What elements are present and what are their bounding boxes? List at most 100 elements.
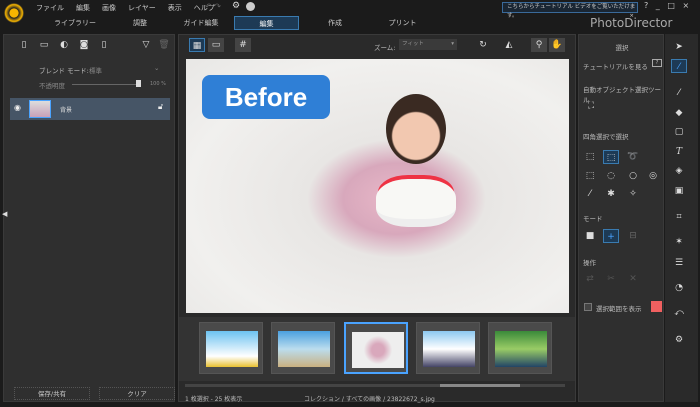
flip-icon[interactable]: ◭ — [501, 38, 517, 52]
text-icon[interactable]: T — [671, 145, 687, 159]
eraser-icon[interactable]: ◆ — [671, 106, 687, 120]
mode-label: モード — [583, 215, 603, 223]
zoom-label: ズーム: — [374, 44, 396, 52]
tab-adjust[interactable]: 調整 — [110, 16, 170, 30]
blend-mode-select[interactable]: 標準 — [89, 65, 102, 75]
chevron-down-icon[interactable]: ⌄ — [154, 64, 159, 72]
lasso-icon[interactable]: ➰ — [625, 150, 641, 164]
photo-canvas[interactable]: Before — [186, 59, 569, 313]
eye-icon[interactable]: ◉ — [14, 103, 21, 112]
marquee-rect-icon[interactable]: ⬚ — [582, 169, 598, 183]
smart-brush-icon[interactable]: ✱ — [603, 187, 619, 201]
shape-icon[interactable]: ▢ — [671, 125, 687, 139]
layer-thumbnail — [29, 100, 51, 118]
tab-library[interactable]: ライブラリー — [40, 16, 110, 30]
auto-select-icon[interactable]: ⛶ — [583, 99, 599, 113]
color-icon[interactable]: ◔ — [671, 281, 687, 295]
menu-edit[interactable]: 編集 — [76, 4, 90, 12]
op-invert-icon[interactable]: ⇄ — [582, 272, 598, 286]
hand-tool-icon[interactable]: ✋ — [549, 38, 565, 52]
close-button[interactable]: × — [682, 1, 689, 10]
thumbnail[interactable] — [488, 322, 552, 374]
trash-icon[interactable]: 🗑 — [156, 38, 172, 52]
opacity-value: 100 % — [150, 81, 166, 87]
minimize-button[interactable]: _ — [656, 1, 660, 10]
rotate-icon[interactable]: ↻ — [475, 38, 491, 52]
filmstrip-scrollbar[interactable] — [185, 384, 565, 387]
chevron-down-icon: ▾ — [451, 41, 454, 47]
filter-icon[interactable]: ▽ — [138, 38, 154, 52]
mode-new-icon[interactable]: ■ — [582, 229, 598, 243]
rect-select-active-icon[interactable]: ⬚ — [603, 150, 619, 164]
tab-edit[interactable]: 編集 — [234, 16, 299, 30]
transform-icon[interactable]: ⤺ — [671, 306, 687, 320]
tab-create[interactable]: 作成 — [300, 16, 370, 30]
polygon-lasso-icon[interactable]: ◎ — [645, 169, 661, 183]
selection-brush-icon[interactable]: ⁄ — [671, 59, 687, 73]
adjustment-layer-icon[interactable]: ◐ — [56, 38, 72, 52]
menu-layer[interactable]: レイヤー — [128, 4, 156, 12]
collapse-left-icon[interactable]: ◀ — [2, 210, 7, 218]
rect-select-label: 四角選択で選択 — [583, 133, 629, 141]
grid-icon[interactable]: # — [235, 38, 251, 52]
marquee-ellipse-icon[interactable]: ◌ — [603, 169, 619, 183]
brush-icon[interactable]: ⁄ — [671, 86, 687, 100]
compare-view-icon[interactable]: ▦ — [189, 38, 205, 52]
crop-icon[interactable]: ⌗ — [671, 210, 687, 224]
layer-options-icon[interactable]: ▯ — [96, 38, 112, 52]
thumbnail[interactable] — [271, 322, 335, 374]
tutorial-link[interactable]: チュートリアルを見る — [583, 61, 648, 71]
help-video-icon[interactable]: ? — [652, 59, 662, 67]
panel-title: 選択 — [615, 44, 629, 52]
save-share-button[interactable]: 保存/共有 — [14, 387, 90, 400]
freehand-lasso-icon[interactable]: ○ — [625, 169, 641, 183]
tab-guided-edit[interactable]: ガイド編集 — [170, 16, 232, 30]
operation-label: 操作 — [583, 259, 596, 267]
adjust-sliders-icon[interactable]: ☰ — [671, 256, 687, 270]
tutorial-tooltip[interactable]: こちらからチュートリアル ビデオをご覧いただけます。 × — [502, 2, 638, 19]
fill-icon[interactable]: ◈ — [671, 164, 687, 178]
zoom-value: フィット — [402, 41, 424, 47]
gear-icon[interactable]: ⚙ — [232, 1, 240, 11]
op-clear-icon[interactable]: ✕ — [625, 272, 641, 286]
thumbnail[interactable] — [416, 322, 480, 374]
undo-redo-icon[interactable]: ↶ ↷ — [205, 2, 221, 11]
gradient-icon[interactable]: ▣ — [671, 184, 687, 198]
mode-add-icon[interactable]: + — [603, 229, 619, 243]
op-cut-icon[interactable]: ✂ — [603, 272, 619, 286]
maximize-button[interactable]: □ — [667, 1, 675, 10]
image-layer-icon[interactable]: ▭ — [36, 38, 52, 52]
opacity-label: 不透明度 — [39, 82, 65, 90]
settings-icon[interactable]: ⚙ — [671, 333, 687, 347]
opacity-slider[interactable] — [72, 84, 140, 85]
user-icon[interactable] — [246, 2, 255, 11]
zoom-tool-icon[interactable]: ⚲ — [531, 38, 547, 52]
zoom-select[interactable]: フィット ▾ — [399, 39, 457, 50]
before-badge: Before — [202, 75, 330, 119]
menu-view[interactable]: 表示 — [168, 4, 182, 12]
selection-count: 1 枚選択 - 25 枚表示 — [185, 396, 243, 403]
show-selection-checkbox[interactable] — [584, 303, 592, 311]
layer-row[interactable]: ◉ 背景 🔓︎ — [10, 98, 170, 120]
mask-icon[interactable]: ◙ — [76, 38, 92, 52]
menu-image[interactable]: 画像 — [102, 4, 116, 12]
lock-icon[interactable]: 🔓︎ — [158, 102, 163, 112]
add-layer-icon[interactable]: ▯ — [16, 38, 32, 52]
tab-print[interactable]: プリント — [370, 16, 435, 30]
tool-strip: ➤ ⁄ ⁄ ◆ ▢ T ◈ ▣ ⌗ ✶ ☰ ◔ ⤺ ⚙ — [665, 34, 698, 402]
magic-icon[interactable]: ✶ — [671, 235, 687, 249]
brush-select-icon[interactable]: ⁄ — [582, 187, 598, 201]
selection-color-swatch[interactable] — [651, 301, 662, 312]
single-view-icon[interactable]: ▭ — [208, 38, 224, 52]
thumbnail[interactable] — [199, 322, 263, 374]
menu-bar: ファイル 編集 画像 レイヤー 表示 ヘルプ — [36, 3, 227, 13]
pointer-icon[interactable]: ➤ — [671, 40, 687, 54]
mode-subtract-icon[interactable]: ⊟ — [625, 229, 641, 243]
opacity-slider-handle[interactable] — [136, 80, 141, 87]
clear-button[interactable]: クリア — [99, 387, 175, 400]
magic-wand-icon[interactable]: ✧ — [625, 187, 641, 201]
rect-select-icon[interactable]: ⬚ — [582, 150, 598, 164]
help-button[interactable]: ? — [644, 1, 648, 10]
thumbnail-selected[interactable] — [344, 322, 408, 374]
menu-file[interactable]: ファイル — [36, 4, 64, 12]
